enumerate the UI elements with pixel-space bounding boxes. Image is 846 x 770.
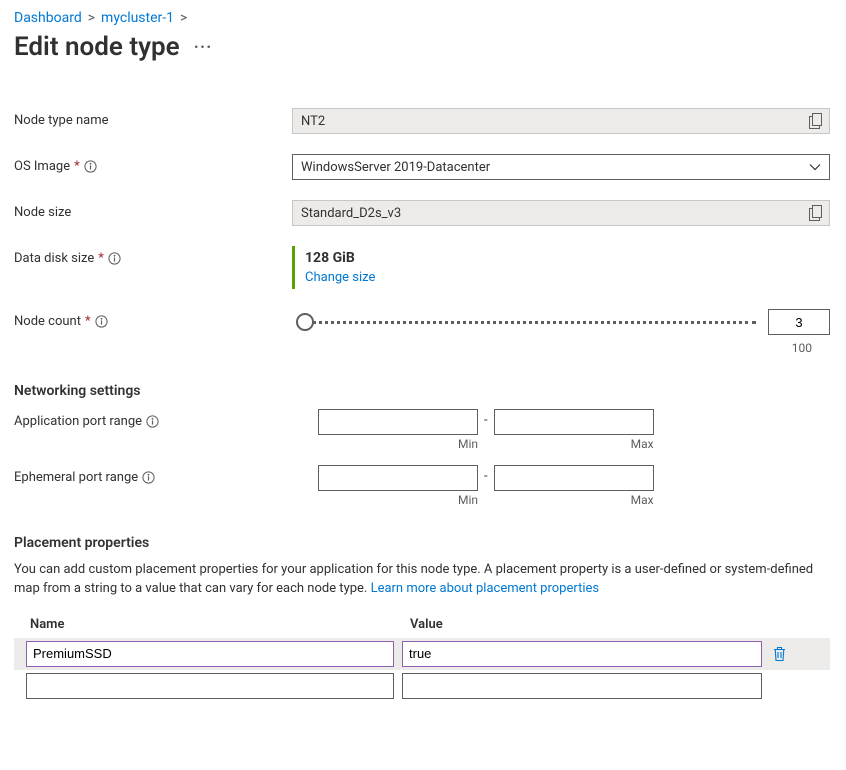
slider-thumb[interactable] bbox=[296, 313, 314, 331]
page-title: Edit node type ··· bbox=[14, 32, 830, 62]
table-row bbox=[14, 638, 830, 670]
table-row bbox=[14, 670, 830, 702]
label-os-image: OS Image * bbox=[14, 154, 292, 174]
info-icon[interactable] bbox=[142, 471, 155, 484]
placement-value-input[interactable] bbox=[402, 673, 762, 699]
node-type-name-field: NT2 bbox=[292, 108, 830, 134]
section-placement: Placement properties bbox=[14, 535, 830, 551]
label-node-count: Node count * bbox=[14, 309, 292, 329]
app-port-max-input[interactable] bbox=[494, 409, 654, 435]
placement-table: Name Value bbox=[14, 617, 830, 702]
delete-icon[interactable] bbox=[770, 644, 789, 664]
breadcrumb: Dashboard > mycluster-1 > bbox=[14, 10, 830, 26]
info-icon[interactable] bbox=[146, 415, 159, 428]
os-image-select[interactable]: WindowsServer 2019-Datacenter bbox=[292, 154, 830, 180]
data-disk-size-value: 128 GiB Change size bbox=[292, 246, 830, 289]
info-icon[interactable] bbox=[108, 252, 121, 265]
node-count-input[interactable] bbox=[768, 309, 830, 335]
label-app-port-range: Application port range bbox=[14, 409, 318, 429]
label-min: Min bbox=[318, 437, 478, 451]
chevron-down-icon bbox=[809, 161, 821, 173]
placement-description: You can add custom placement properties … bbox=[14, 561, 830, 599]
label-eph-port-range: Ephemeral port range bbox=[14, 465, 318, 485]
eph-port-min-input[interactable] bbox=[318, 465, 478, 491]
app-port-min-input[interactable] bbox=[318, 409, 478, 435]
placement-name-input[interactable] bbox=[26, 641, 394, 667]
breadcrumb-link-dashboard[interactable]: Dashboard bbox=[14, 10, 82, 26]
placement-value-input[interactable] bbox=[402, 641, 762, 667]
copy-icon[interactable] bbox=[809, 205, 823, 221]
label-min: Min bbox=[318, 493, 478, 507]
column-header-value: Value bbox=[410, 617, 443, 632]
node-size-field: Standard_D2s_v3 bbox=[292, 200, 830, 226]
placement-name-input[interactable] bbox=[26, 673, 394, 699]
range-separator: - bbox=[484, 465, 488, 484]
eph-port-max-input[interactable] bbox=[494, 465, 654, 491]
copy-icon[interactable] bbox=[809, 113, 823, 129]
slider-max-label: 100 bbox=[292, 341, 830, 355]
chevron-right-icon: > bbox=[176, 10, 191, 26]
section-networking: Networking settings bbox=[14, 383, 830, 399]
label-data-disk-size: Data disk size * bbox=[14, 246, 292, 266]
node-count-slider[interactable] bbox=[292, 309, 830, 335]
label-max: Max bbox=[494, 437, 654, 451]
chevron-right-icon: > bbox=[84, 10, 99, 26]
label-node-size: Node size bbox=[14, 200, 292, 220]
breadcrumb-link-cluster[interactable]: mycluster-1 bbox=[101, 10, 174, 26]
change-size-link[interactable]: Change size bbox=[305, 270, 830, 285]
range-separator: - bbox=[484, 409, 488, 428]
more-options-icon[interactable]: ··· bbox=[194, 37, 213, 58]
column-header-name: Name bbox=[30, 617, 410, 632]
info-icon[interactable] bbox=[84, 160, 97, 173]
label-node-type-name: Node type name bbox=[14, 108, 292, 128]
learn-more-link[interactable]: Learn more about placement properties bbox=[371, 581, 600, 596]
label-max: Max bbox=[494, 493, 654, 507]
info-icon[interactable] bbox=[95, 315, 108, 328]
